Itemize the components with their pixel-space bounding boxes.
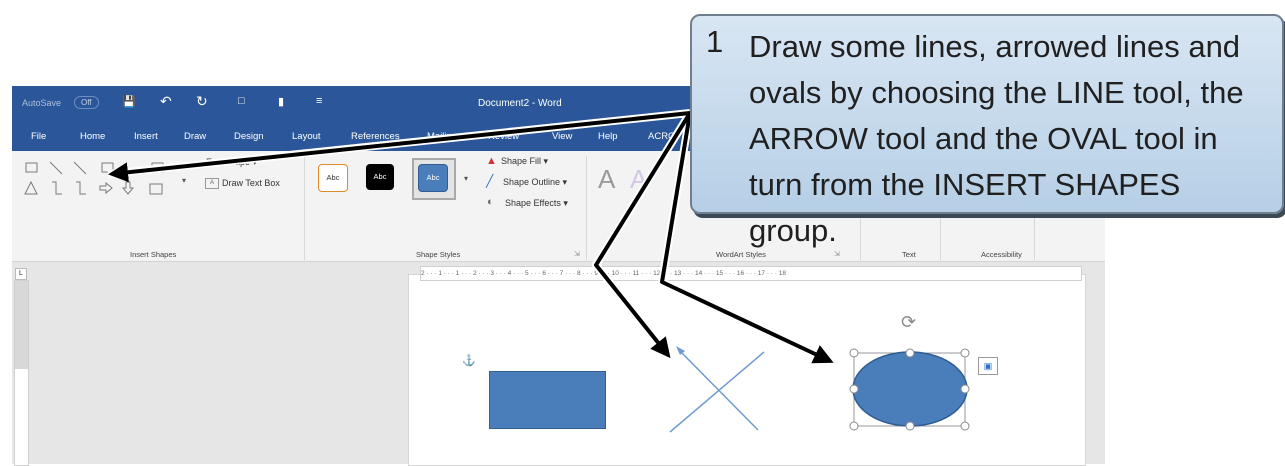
callout-step-number: 1 bbox=[706, 24, 724, 59]
pointer-arrow-to-shapes bbox=[108, 111, 691, 183]
callout-text: Draw some lines, arrowed lines and ovals… bbox=[749, 29, 1244, 248]
